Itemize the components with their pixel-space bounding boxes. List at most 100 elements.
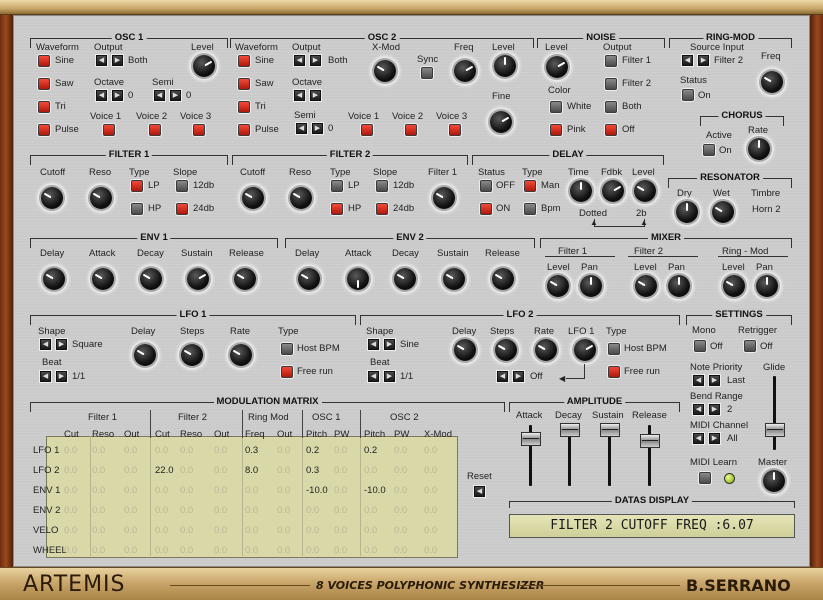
matrix-cell[interactable]: 0.0 bbox=[124, 505, 137, 516]
ringmod-freq-knob[interactable] bbox=[761, 71, 783, 93]
matrix-cell[interactable]: 0.0 bbox=[180, 445, 193, 456]
ringmod-source-prev-arrow-icon[interactable]: ◀ bbox=[682, 55, 693, 66]
matrix-cell[interactable]: 0.0 bbox=[214, 525, 227, 536]
lfo2-lfo1-knob[interactable] bbox=[574, 339, 596, 361]
env1-delay-knob[interactable] bbox=[43, 268, 65, 290]
matrix-cell[interactable]: 0.0 bbox=[334, 545, 347, 556]
lfo2-freerun-button[interactable] bbox=[608, 366, 620, 378]
matrix-cell[interactable]: 0.0 bbox=[277, 505, 290, 516]
matrix-cell[interactable]: 0.0 bbox=[155, 445, 168, 456]
mixer-filter1-pan-knob[interactable] bbox=[580, 275, 602, 297]
osc1-octave-next-arrow-icon[interactable]: ▶ bbox=[112, 90, 123, 101]
env1-sustain-knob[interactable] bbox=[187, 268, 209, 290]
filter2-12db-button[interactable] bbox=[376, 180, 388, 192]
settings-note-prev-arrow-icon[interactable]: ◀ bbox=[693, 375, 704, 386]
matrix-cell[interactable]: 0.0 bbox=[92, 445, 105, 456]
osc1-level-knob[interactable] bbox=[193, 55, 215, 77]
matrix-cell[interactable]: 0.0 bbox=[245, 505, 258, 516]
filter2-24db-button[interactable] bbox=[376, 203, 388, 215]
matrix-cell[interactable]: 0.0 bbox=[64, 505, 77, 516]
matrix-cell[interactable]: 0.0 bbox=[424, 545, 437, 556]
osc1-tri-button[interactable] bbox=[38, 101, 50, 113]
filter1-reso-knob[interactable] bbox=[90, 187, 112, 209]
matrix-cell[interactable]: 0.0 bbox=[334, 485, 347, 496]
filter2-hp-button[interactable] bbox=[331, 203, 343, 215]
noise-both-button[interactable] bbox=[605, 101, 617, 113]
matrix-cell[interactable]: 0.0 bbox=[124, 485, 137, 496]
lfo2-rate-knob[interactable] bbox=[535, 339, 557, 361]
settings-master-knob[interactable] bbox=[763, 470, 785, 492]
matrix-cell[interactable]: 0.0 bbox=[214, 485, 227, 496]
osc1-output-prev-arrow-icon[interactable]: ◀ bbox=[96, 55, 107, 66]
delay-on-button[interactable] bbox=[480, 203, 492, 215]
env2-decay-knob[interactable] bbox=[394, 268, 416, 290]
env1-decay-knob[interactable] bbox=[140, 268, 162, 290]
noise-off-button[interactable] bbox=[605, 124, 617, 136]
matrix-cell[interactable]: 0.0 bbox=[277, 525, 290, 536]
matrix-cell[interactable]: 0.0 bbox=[334, 525, 347, 536]
osc2-output-next-arrow-icon[interactable]: ▶ bbox=[310, 55, 321, 66]
lfo2-lfo1-prev-arrow-icon[interactable]: ◀ bbox=[497, 371, 508, 382]
lfo2-hostbpm-button[interactable] bbox=[608, 343, 620, 355]
filter2-cutoff-knob[interactable] bbox=[242, 187, 264, 209]
delay-fdbk-knob[interactable] bbox=[602, 180, 624, 202]
lfo1-shape-prev-arrow-icon[interactable]: ◀ bbox=[40, 339, 51, 350]
noise-pink-button[interactable] bbox=[550, 124, 562, 136]
matrix-cell[interactable]: 0.0 bbox=[155, 525, 168, 536]
matrix-cell[interactable]: 0.0 bbox=[424, 525, 437, 536]
matrix-cell[interactable]: 0.0 bbox=[394, 465, 407, 476]
osc1-voice2-button[interactable] bbox=[149, 124, 161, 136]
matrix-cell[interactable]: -10.0 bbox=[364, 485, 386, 496]
lfo1-hostbpm-button[interactable] bbox=[281, 343, 293, 355]
mixer-filter1-level-knob[interactable] bbox=[547, 275, 569, 297]
matrix-cell[interactable]: 0.0 bbox=[92, 465, 105, 476]
matrix-cell[interactable]: 0.3 bbox=[306, 465, 319, 476]
settings-glide-slider[interactable] bbox=[765, 423, 785, 437]
osc1-voice3-button[interactable] bbox=[193, 124, 205, 136]
matrix-cell[interactable]: 0.0 bbox=[92, 485, 105, 496]
delay-man-button[interactable] bbox=[524, 180, 536, 192]
env2-sustain-knob[interactable] bbox=[443, 268, 465, 290]
osc1-sine-button[interactable] bbox=[38, 55, 50, 67]
delay-level-knob[interactable] bbox=[634, 180, 656, 202]
matrix-cell[interactable]: 0.0 bbox=[306, 505, 319, 516]
matrix-cell[interactable]: 0.0 bbox=[394, 545, 407, 556]
matrix-cell[interactable]: 8.0 bbox=[245, 465, 258, 476]
osc2-freq-knob[interactable] bbox=[454, 60, 476, 82]
matrix-cell[interactable]: 0.0 bbox=[424, 445, 437, 456]
osc2-tri-button[interactable] bbox=[238, 101, 250, 113]
osc2-voice3-button[interactable] bbox=[449, 124, 461, 136]
lfo1-steps-knob[interactable] bbox=[181, 344, 203, 366]
osc2-output-prev-arrow-icon[interactable]: ◀ bbox=[294, 55, 305, 66]
lfo2-beat-next-arrow-icon[interactable]: ▶ bbox=[384, 371, 395, 382]
filter2-reso-knob[interactable] bbox=[290, 187, 312, 209]
matrix-cell[interactable]: 0.0 bbox=[64, 525, 77, 536]
delay-off-button[interactable] bbox=[480, 180, 492, 192]
matrix-cell[interactable]: 0.0 bbox=[394, 485, 407, 496]
matrix-cell[interactable]: 0.0 bbox=[124, 465, 137, 476]
settings-retrigger-button[interactable] bbox=[744, 340, 756, 352]
matrix-cell[interactable]: 0.0 bbox=[277, 545, 290, 556]
env1-release-knob[interactable] bbox=[234, 268, 256, 290]
matrix-cell[interactable]: 0.0 bbox=[277, 445, 290, 456]
matrix-cell[interactable]: 0.0 bbox=[245, 485, 258, 496]
chorus-rate-knob[interactable] bbox=[748, 138, 770, 160]
matrix-cell[interactable]: 0.0 bbox=[245, 525, 258, 536]
resonator-dry-knob[interactable] bbox=[676, 201, 698, 223]
filter1-cutoff-knob[interactable] bbox=[41, 187, 63, 209]
osc2-sine-button[interactable] bbox=[238, 55, 250, 67]
osc1-output-next-arrow-icon[interactable]: ▶ bbox=[112, 55, 123, 66]
lfo2-delay-knob[interactable] bbox=[454, 339, 476, 361]
ringmod-source-next-arrow-icon[interactable]: ▶ bbox=[698, 55, 709, 66]
matrix-cell[interactable]: 0.0 bbox=[245, 545, 258, 556]
osc1-voice1-button[interactable] bbox=[103, 124, 115, 136]
matrix-cell[interactable]: 0.0 bbox=[334, 505, 347, 516]
amplitude-decay-slider[interactable] bbox=[560, 423, 580, 437]
lfo1-shape-next-arrow-icon[interactable]: ▶ bbox=[56, 339, 67, 350]
matrix-cell[interactable]: 0.2 bbox=[364, 445, 377, 456]
filter1-hp-button[interactable] bbox=[131, 203, 143, 215]
settings-bend-prev-arrow-icon[interactable]: ◀ bbox=[693, 404, 704, 415]
lfo1-beat-next-arrow-icon[interactable]: ▶ bbox=[56, 371, 67, 382]
matrix-cell[interactable]: 0.0 bbox=[394, 505, 407, 516]
matrix-cell[interactable]: 0.0 bbox=[424, 485, 437, 496]
